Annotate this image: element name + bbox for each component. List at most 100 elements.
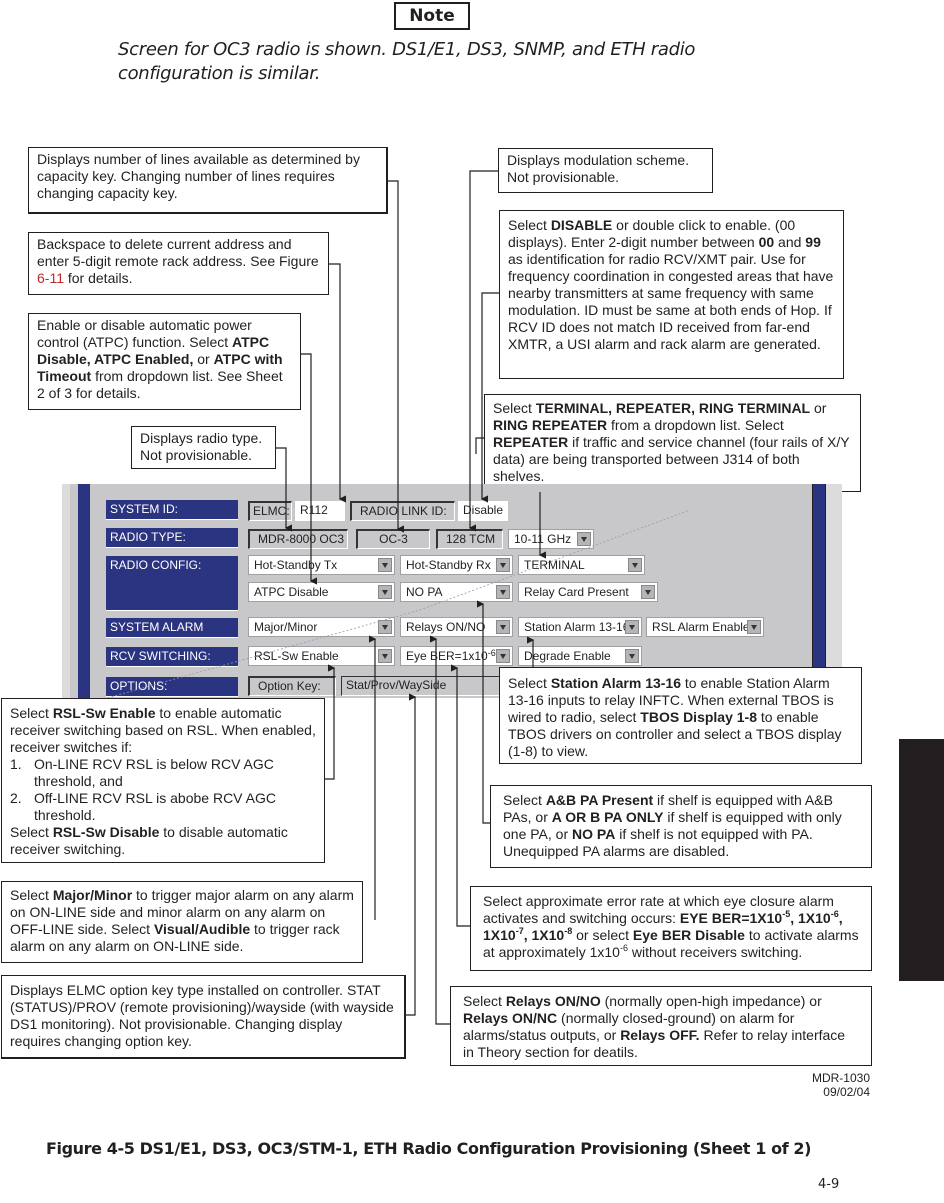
radio-link-id-input[interactable]: Disable bbox=[458, 501, 508, 521]
atpc-dropdown[interactable]: ATPC Disable bbox=[248, 582, 395, 602]
frequency-band-dropdown[interactable]: 10-11 GHz bbox=[508, 529, 594, 549]
page-number: 4-9 bbox=[818, 1177, 840, 1192]
list-text: On-LINE RCV RSL is below RCV AGC thresho… bbox=[34, 756, 274, 789]
callout-sup: -6 bbox=[619, 943, 628, 953]
callout-radio-type: Displays radio type. Not provisionable. bbox=[131, 426, 276, 469]
capacity-display: OC-3 bbox=[356, 529, 430, 549]
chevron-down-icon[interactable] bbox=[496, 585, 510, 599]
chevron-down-icon[interactable] bbox=[628, 558, 642, 572]
label-system-alarm: SYSTEM ALARM bbox=[106, 618, 238, 638]
panel-left-bar bbox=[78, 484, 90, 698]
callout-terminal: Select TERMINAL, REPEATER, RING TERMINAL… bbox=[484, 394, 861, 492]
panel-right-bar bbox=[812, 484, 826, 698]
callout-bold: Eye BER Disable bbox=[632, 927, 745, 943]
figure-link[interactable]: 6-11 bbox=[37, 270, 64, 286]
callout-text: Select bbox=[10, 824, 53, 840]
rsl-switching-dropdown[interactable]: RSL-Sw Enable bbox=[248, 646, 395, 666]
dropdown-value: Hot-Standby Tx bbox=[254, 558, 338, 572]
label-system-id: SYSTEM ID: bbox=[106, 500, 238, 520]
section-thumb-tab bbox=[899, 739, 944, 981]
pa-dropdown[interactable]: NO PA bbox=[400, 582, 513, 602]
dropdown-value: 10-11 GHz bbox=[514, 532, 572, 546]
list-number: 1. bbox=[10, 756, 22, 772]
relay-card-dropdown[interactable]: Relay Card Present bbox=[518, 582, 658, 602]
callout-text: for details. bbox=[63, 270, 133, 286]
callout-pa: Select A&B PA Present if shelf is equipp… bbox=[490, 785, 872, 868]
dropdown-value-exponent: -6 bbox=[487, 648, 496, 658]
callout-bold: REPEATER bbox=[493, 434, 569, 450]
dropdown-value: Eye BER=1x10 bbox=[406, 649, 488, 663]
chevron-down-icon[interactable] bbox=[625, 620, 639, 634]
callout-bold: EYE BER=1X10 bbox=[679, 910, 783, 926]
alarm-type-dropdown[interactable]: Major/Minor bbox=[248, 617, 395, 637]
dropdown-value: Hot-Standby Rx bbox=[406, 558, 491, 572]
chevron-down-icon[interactable] bbox=[378, 620, 392, 634]
chevron-down-icon[interactable] bbox=[378, 649, 392, 663]
callout-text: or bbox=[193, 351, 214, 367]
label-radio-type: RADIO TYPE: bbox=[106, 528, 238, 548]
callout-modulation: Displays modulation scheme. Not provisio… bbox=[498, 148, 713, 193]
tx-config-dropdown[interactable]: Hot-Standby Tx bbox=[248, 555, 395, 575]
callout-bold: Relays OFF. bbox=[620, 1027, 700, 1043]
chevron-down-icon[interactable] bbox=[577, 532, 591, 546]
callout-sup: -6 bbox=[830, 909, 839, 919]
callout-relays: Select Relays ON/NO (normally open-high … bbox=[450, 986, 872, 1066]
leader-rack-address bbox=[329, 263, 346, 503]
callout-bold: A&B PA Present bbox=[545, 792, 654, 808]
dropdown-value: ATPC Disable bbox=[254, 585, 329, 599]
callout-bold: 99 bbox=[805, 234, 821, 250]
terminal-mode-dropdown[interactable]: TERMINAL bbox=[518, 555, 645, 575]
callout-text: without receivers switching. bbox=[627, 944, 803, 960]
drawing-date: 09/02/04 bbox=[823, 1085, 870, 1099]
callout-bold: TBOS Display 1-8 bbox=[640, 709, 757, 725]
chevron-down-icon[interactable] bbox=[496, 620, 510, 634]
callout-text: Backspace to delete current address and … bbox=[37, 236, 319, 269]
eye-ber-dropdown[interactable]: Eye BER=1x10-6 bbox=[400, 646, 513, 666]
callout-bold: TERMINAL, REPEATER, RING TERMINAL bbox=[535, 400, 811, 416]
callout-text: and bbox=[774, 234, 806, 250]
callout-bold: Relays ON/NC bbox=[463, 1010, 558, 1026]
list-number: 2. bbox=[10, 790, 22, 806]
station-alarm-dropdown[interactable]: Station Alarm 13-16 bbox=[518, 617, 642, 637]
elmc-address-input[interactable]: R112 bbox=[295, 501, 345, 521]
callout-rack-address: Backspace to delete current address and … bbox=[28, 232, 329, 295]
rsl-alarm-dropdown[interactable]: RSL Alarm Enable bbox=[646, 617, 764, 637]
note-badge: Note bbox=[394, 2, 470, 30]
chevron-down-icon[interactable] bbox=[496, 558, 510, 572]
callout-rsl-switching: Select RSL-Sw Enable to enable automatic… bbox=[1, 698, 325, 863]
label-radio-config: RADIO CONFIG: bbox=[106, 556, 238, 611]
rx-config-dropdown[interactable]: Hot-Standby Rx bbox=[400, 555, 513, 575]
dropdown-value: Relays ON/NO bbox=[406, 620, 486, 634]
dropdown-value: RSL-Sw Enable bbox=[254, 649, 339, 663]
chevron-down-icon[interactable] bbox=[625, 649, 639, 663]
chevron-down-icon[interactable] bbox=[378, 585, 392, 599]
leader-lines-available bbox=[388, 180, 404, 533]
callout-text: Select bbox=[463, 993, 506, 1009]
callout-text: Displays ELMC option key type installed … bbox=[10, 982, 394, 1049]
list-item: 2. Off-LINE RCV RSL is abobe RCV AGC thre… bbox=[10, 790, 316, 824]
chevron-down-icon[interactable] bbox=[747, 620, 761, 634]
chevron-down-icon[interactable] bbox=[496, 649, 510, 663]
figure-caption: Figure 4-5 DS1/E1, DS3, OC3/STM-1, ETH R… bbox=[46, 1139, 812, 1158]
chevron-down-icon[interactable] bbox=[641, 585, 655, 599]
callout-bold: NO PA bbox=[572, 826, 616, 842]
callout-text: Displays modulation scheme. Not provisio… bbox=[507, 152, 690, 185]
degrade-dropdown[interactable]: Degrade Enable bbox=[518, 646, 642, 666]
callout-bold: , 1X10 bbox=[790, 910, 831, 926]
relays-dropdown[interactable]: Relays ON/NO bbox=[400, 617, 513, 637]
callout-atpc: Enable or disable automatic power contro… bbox=[28, 313, 301, 410]
callout-text: or select bbox=[572, 927, 633, 943]
callout-bold: DISABLE bbox=[550, 217, 613, 233]
chevron-down-icon[interactable] bbox=[378, 558, 392, 572]
callout-bold: Relays ON/NO bbox=[505, 993, 601, 1009]
callout-text: Select bbox=[508, 675, 551, 691]
callout-sup: -7 bbox=[515, 926, 524, 936]
callout-bold: Visual/Audible bbox=[153, 921, 251, 937]
callout-text: Select bbox=[10, 705, 53, 721]
option-key-display: Stat/Prov/WaySide bbox=[341, 676, 501, 696]
list-item: 1. On-LINE RCV RSL is below RCV AGC thres… bbox=[10, 756, 316, 790]
callout-text: from a dropdown list. Select bbox=[607, 417, 784, 433]
note-text: Screen for OC3 radio is shown. DS1/E1, D… bbox=[118, 39, 696, 84]
radio-model-display: MDR-8000 OC3 bbox=[248, 529, 348, 549]
label-options: OPTIONS: bbox=[106, 677, 238, 697]
